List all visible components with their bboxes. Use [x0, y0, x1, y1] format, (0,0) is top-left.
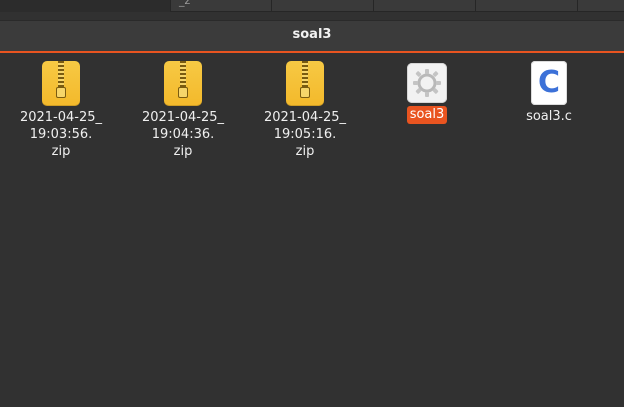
file-name-selected: soal3	[372, 106, 482, 124]
file-icon-grid[interactable]: 2021-04-25_ 19:03:56. zip 2021-04-25_ 19…	[0, 53, 624, 407]
tab[interactable]	[475, 0, 577, 12]
tab-label-fragment: _z	[179, 0, 194, 7]
zip-archive-icon	[42, 61, 80, 106]
tab[interactable]	[373, 0, 475, 12]
file-item-c-source[interactable]: C soal3.c	[494, 61, 604, 125]
file-name: soal3.c	[526, 109, 572, 124]
file-manager-window: _z soal3 2021-04-25_ 19:03:56. zip 2021-…	[0, 0, 624, 407]
spacer	[0, 12, 624, 20]
tab[interactable]: _z	[170, 0, 271, 12]
file-name: 2021-04-25_ 19:05:16. zip	[263, 110, 347, 159]
tab[interactable]	[577, 0, 624, 12]
top-tab-strip: _z	[0, 0, 624, 12]
location-title[interactable]: soal3	[0, 27, 624, 42]
file-item-zip-1[interactable]: 2021-04-25_ 19:03:56. zip	[6, 61, 116, 160]
file-name: 2021-04-25_ 19:03:56. zip	[19, 110, 103, 159]
file-item-zip-2[interactable]: 2021-04-25_ 19:04:36. zip	[128, 61, 238, 160]
c-source-icon: C	[531, 61, 567, 105]
zip-archive-icon	[164, 61, 202, 106]
tab[interactable]	[271, 0, 373, 12]
zip-archive-icon	[286, 61, 324, 106]
file-name: 2021-04-25_ 19:04:36. zip	[141, 110, 225, 159]
file-item-zip-3[interactable]: 2021-04-25_ 19:05:16. zip	[250, 61, 360, 160]
executable-gear-icon	[407, 63, 447, 103]
file-item-executable[interactable]: soal3	[372, 61, 482, 124]
location-bar[interactable]: soal3	[0, 20, 624, 51]
